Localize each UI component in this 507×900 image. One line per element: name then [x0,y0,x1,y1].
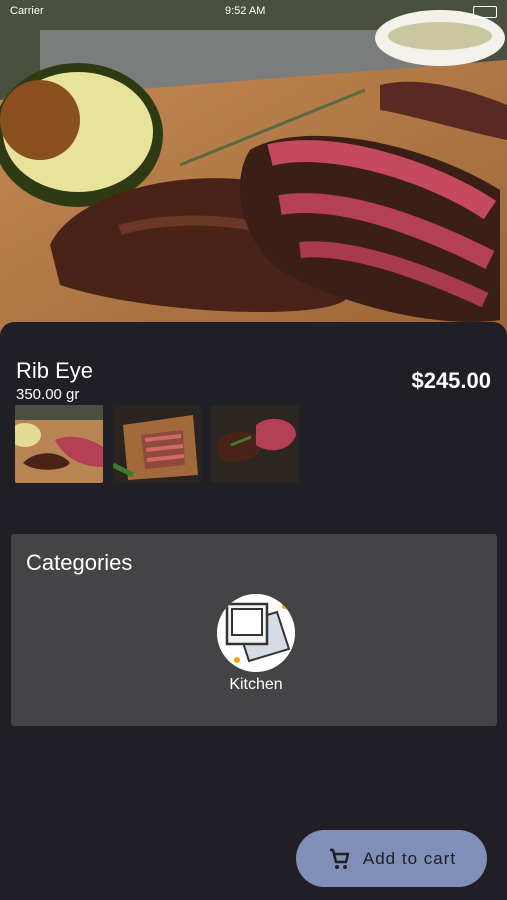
product-price: $245.00 [411,368,491,393]
gallery-thumbnail-1[interactable] [15,405,103,483]
image-gallery [15,405,299,483]
hero-image [0,0,507,340]
cart-icon [329,848,350,869]
product-sheet: Rib Eye 350.00 gr $245.00 Categories Kit… [0,322,507,900]
gallery-icon [217,594,295,672]
clock: 9:52 AM [225,5,266,17]
category-label: Kitchen [229,676,283,693]
categories-card: Categories Kitchen [11,534,497,726]
gallery-thumbnail-3[interactable] [211,405,299,483]
battery-icon [473,6,497,18]
status-bar: Carrier 9:52 AM [0,0,507,22]
category-kitchen[interactable]: Kitchen [211,594,301,694]
add-to-cart-button[interactable]: Add to cart [296,830,487,887]
carrier-label: Carrier [10,5,44,17]
gallery-thumbnail-2[interactable] [113,405,201,483]
product-name: Rib Eye [16,358,94,383]
categories-heading: Categories [26,550,133,575]
product-weight: 350.00 gr [16,386,80,403]
add-to-cart-label: Add to cart [362,848,457,868]
